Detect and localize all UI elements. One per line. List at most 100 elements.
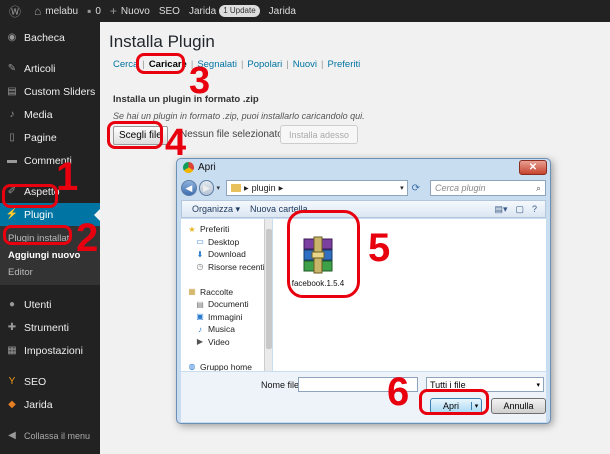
- tab-separator: |: [240, 59, 244, 70]
- jarida-label: Jarida: [188, 5, 217, 17]
- tab-preferiti[interactable]: Preferiti: [328, 59, 361, 70]
- filename-label: Nome file:: [261, 380, 302, 390]
- sidebar-item-custom-sliders[interactable]: ▤ Custom Sliders: [0, 80, 100, 103]
- upload-description: Se hai un plugin in formato .zip, puoi i…: [113, 111, 365, 121]
- annotation-number-3: 3: [189, 60, 211, 102]
- music-icon: ♪: [198, 324, 202, 334]
- desktop-icon: ▭: [196, 237, 204, 247]
- sidebar-item-pagine[interactable]: ▯ Pagine: [0, 126, 100, 149]
- path-folder[interactable]: plugin: [252, 183, 276, 193]
- nav-item[interactable]: ★ Preferiti: [181, 223, 271, 236]
- scrollbar-thumb[interactable]: [266, 229, 272, 349]
- wrench-icon: ✚: [7, 322, 17, 333]
- comments-link[interactable]: ▪ 0: [87, 4, 101, 18]
- nav-item[interactable]: ▣ Immagini: [181, 311, 271, 324]
- back-button[interactable]: ◀: [181, 180, 197, 196]
- organize-button[interactable]: Organizza ▾: [192, 204, 240, 215]
- nav-item[interactable]: ⬇ Download: [181, 248, 271, 261]
- tab-separator: |: [286, 59, 289, 70]
- collapse-menu[interactable]: ◀ Collassa il menu: [0, 424, 100, 447]
- install-now-button[interactable]: Installa adesso: [280, 125, 359, 144]
- navigation-pane: ★ Preferiti ▭ Desktop ⬇ Download ◷ Risorse rece…: [181, 219, 272, 371]
- nav-item-label: Gruppo home: [200, 361, 252, 371]
- settings-icon: ▦: [7, 345, 17, 356]
- nav-item[interactable]: ◷ Risorse recenti: [181, 261, 271, 274]
- sidebar-item-seo[interactable]: Y SEO: [0, 370, 100, 393]
- nav-item-label: Musica: [208, 324, 235, 335]
- sidebar-label: Bacheca: [24, 31, 65, 44]
- nav-item[interactable]: ▤ Documenti: [181, 298, 271, 311]
- forward-button[interactable]: ▶: [198, 180, 215, 196]
- annotation-number-2: 2: [76, 216, 99, 260]
- folder-icon: [230, 184, 241, 192]
- nav-item[interactable]: ▦ Raccolte: [181, 286, 271, 299]
- sidebar-label: Strumenti: [24, 321, 69, 334]
- nav-scrollbar[interactable]: [264, 219, 272, 371]
- star-icon: ★: [188, 224, 196, 234]
- seo-label: SEO: [158, 5, 180, 17]
- sidebar-label: Plugin: [24, 208, 54, 221]
- pictures-icon: ▣: [196, 312, 204, 322]
- sidebar-label: SEO: [24, 375, 47, 388]
- dialog-toolbar: Organizza ▾ Nuova cartella ▤▾ ▢ ?: [181, 200, 546, 218]
- new-label: Nuovo: [120, 5, 150, 17]
- comments-count: 0: [95, 5, 101, 17]
- nav-item[interactable]: ♪ Musica: [181, 323, 271, 336]
- toolbar-right: ▤▾ ▢ ?: [494, 204, 537, 215]
- video-icon: ▶: [196, 337, 204, 347]
- seo-link[interactable]: SEO: [159, 6, 180, 17]
- nav-item-label: Immagini: [208, 311, 243, 322]
- admin-bar: Ⓦ ⌂ melabu ▪ 0 + Nuovo SEO Jarida 1 Update J…: [0, 0, 610, 22]
- no-file-label: Nessun file selezionato: [180, 129, 283, 140]
- annotation-number-6: 6: [387, 370, 410, 414]
- address-row: ◀ ▶ ▾ ▶ plugin ▶ ▾ ⟳ Cerca plugin ⌕: [181, 179, 546, 197]
- new-content-link[interactable]: + Nuovo: [110, 4, 150, 18]
- comment-icon: ▬: [7, 155, 17, 166]
- dashboard-icon: ◉: [7, 32, 17, 43]
- sidebar-label: Jarida: [24, 398, 53, 411]
- sidebar-item-jarida[interactable]: ◆ Jarida: [0, 393, 100, 416]
- seo-icon: Y: [8, 376, 16, 387]
- refresh-icon[interactable]: ⟳: [412, 183, 420, 194]
- nav-item[interactable]: ▭ Desktop: [181, 236, 271, 249]
- nav-item-label: Video: [208, 336, 230, 347]
- annotation-box-aggiungi: [3, 225, 72, 245]
- page-title: Installa Plugin: [109, 32, 215, 51]
- wordpress-logo[interactable]: Ⓦ: [9, 3, 25, 20]
- sidebar-item-impostazioni[interactable]: ▦ Impostazioni: [0, 339, 100, 362]
- users-icon: ●: [8, 299, 16, 310]
- address-dropdown-icon[interactable]: ▾: [400, 184, 404, 192]
- address-bar[interactable]: ▶ plugin ▶ ▾: [225, 180, 408, 196]
- sidebar-item-commenti[interactable]: ▬ Commenti: [0, 149, 100, 172]
- theme-icon: ◆: [8, 399, 16, 410]
- nav-item[interactable]: ◍ Gruppo home: [181, 361, 271, 371]
- site-name-link[interactable]: ⌂ melabu: [34, 4, 78, 18]
- dialog-close-button[interactable]: ✕: [519, 160, 547, 175]
- search-input[interactable]: Cerca plugin ⌕: [430, 180, 546, 196]
- chevron-down-icon: ▾: [536, 381, 540, 389]
- upload-heading: Installa un plugin in formato .zip: [113, 94, 259, 105]
- annotation-number-4: 4: [165, 122, 187, 164]
- chevron-down-icon[interactable]: ▾: [216, 184, 220, 192]
- filetype-value: Tutti i file: [430, 379, 466, 390]
- sidebar-item-media[interactable]: ♪ Media: [0, 103, 100, 126]
- search-placeholder: Cerca plugin: [435, 183, 486, 193]
- jarida2-link[interactable]: Jarida: [269, 6, 296, 17]
- sidebar-item-articoli[interactable]: ✎ Articoli: [0, 57, 100, 80]
- sidebar-item-utenti[interactable]: ● Utenti: [0, 293, 100, 316]
- cancel-button[interactable]: Annulla: [491, 398, 546, 414]
- nav-item[interactable]: ▶ Video: [181, 336, 271, 349]
- sidebar-item-strumenti[interactable]: ✚ Strumenti: [0, 316, 100, 339]
- nav-item-label: Download: [208, 249, 246, 260]
- preview-pane-icon[interactable]: ▢: [515, 204, 524, 215]
- search-icon: ⌕: [535, 182, 541, 193]
- help-icon[interactable]: ?: [532, 204, 537, 215]
- jarida-link[interactable]: Jarida 1 Update: [189, 5, 260, 17]
- sidebar-label: Pagine: [24, 131, 57, 144]
- tab-popolari[interactable]: Popolari: [247, 59, 282, 70]
- sidebar-item-bacheca[interactable]: ◉ Bacheca: [0, 26, 100, 49]
- tab-cerca[interactable]: Cerca: [113, 59, 138, 70]
- view-options-icon[interactable]: ▤▾: [494, 204, 507, 215]
- tab-nuovi[interactable]: Nuovi: [293, 59, 317, 70]
- submenu-editor[interactable]: Editor: [0, 264, 100, 281]
